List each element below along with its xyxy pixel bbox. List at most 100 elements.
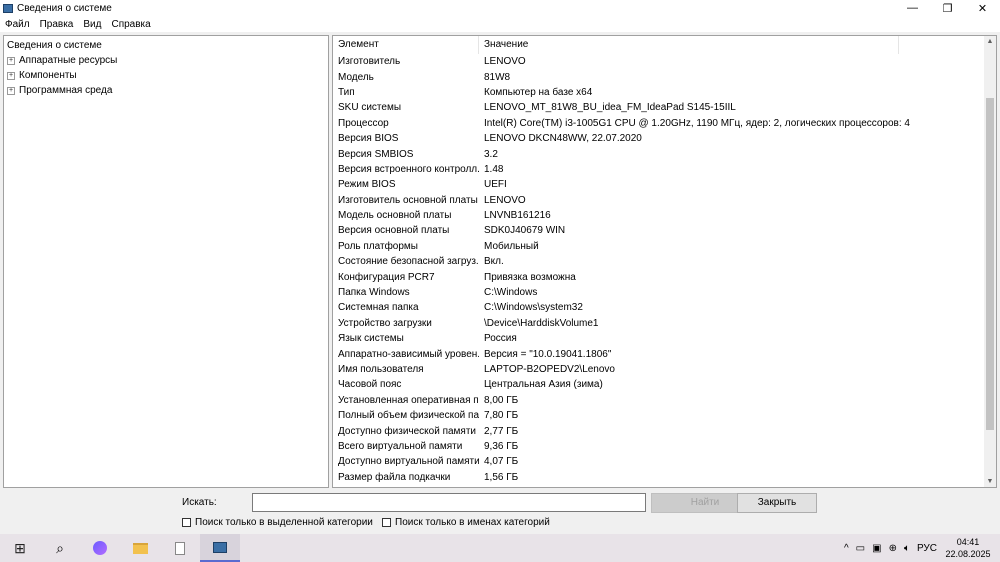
table-row[interactable]: Имя пользователя LAPTOP-B2OPEDV2\Lenovo [333,362,996,377]
window-title: Сведения о системе [17,2,112,14]
menu-view[interactable]: Вид [78,19,106,30]
file-button[interactable] [160,534,200,562]
tree-item-system-summary[interactable]: Сведения о системе [7,38,325,53]
table-row[interactable]: Установленная оперативная п... 8,00 ГБ [333,393,996,408]
table-row[interactable]: Устройство загрузки \Device\HarddiskVolum… [333,316,996,331]
table-row[interactable]: Изготовитель LENOVO [333,54,996,69]
time: 04:41 [956,537,980,547]
item-cell: Доступно физической памяти [338,425,477,437]
search-category-names-checkbox[interactable]: Поиск только в именах категорий [382,517,550,528]
scroll-down-icon[interactable]: ▼ [984,478,996,485]
menu-file[interactable]: Файл [0,19,35,30]
expand-icon[interactable]: + [7,71,15,80]
table-row[interactable]: Версия встроенного контролл... 1.48 [333,162,996,177]
table-row[interactable]: Модель основной платы LNVNB161216 [333,208,996,223]
windows-icon: ⊞ [14,539,26,556]
value-cell: UEFI [484,179,507,191]
table-row[interactable]: Часовой пояс Центральная Азия (зима) [333,377,996,392]
table-row[interactable]: Полный объем физической па... 7,80 ГБ [333,408,996,423]
table-row[interactable]: Версия SMBIOS 3.2 [333,146,996,161]
column-header-item[interactable]: Элемент [333,35,479,54]
table-row[interactable]: Конфигурация PCR7 Привязка возможна [333,269,996,284]
table-row[interactable]: SKU системы LENOVO_MT_81W8_BU_idea_FM_Ide… [333,100,996,115]
table-row[interactable]: Язык системы Россия [333,331,996,346]
checkbox-icon[interactable] [182,518,191,527]
details-table: Элемент Значение Изготовитель LENOVO Модел… [332,35,997,488]
clock[interactable]: 04:41 22.08.2025 [944,536,992,560]
assistant-icon [93,541,107,555]
start-button[interactable]: ⊞ [0,534,40,562]
value-cell: 9,36 ГБ [484,440,519,452]
folder-icon [132,542,148,554]
network-icon[interactable]: ⊕ [889,543,897,554]
value-cell: LAPTOP-B2OPEDV2\Lenovo [484,364,615,375]
meet-now-icon[interactable]: ▣ [872,543,881,554]
scroll-up-icon[interactable]: ▲ [984,38,996,45]
tree-item-components[interactable]: + Компоненты [7,68,325,83]
value-cell: Версия = "10.0.19041.1806" [484,348,612,360]
scrollbar-thumb[interactable] [986,98,994,430]
tree-item-software[interactable]: + Программная среда [7,83,325,98]
value-cell: 1.48 [484,163,504,175]
maximize-button[interactable]: ❐ [930,0,965,16]
item-cell: Версия встроенного контролл... [338,163,479,175]
explorer-button[interactable] [120,534,160,562]
value-cell: Россия [484,333,517,345]
item-cell: Модель основной платы [338,210,452,222]
value-cell: Привязка возможна [484,271,576,283]
alice-button[interactable] [80,534,120,562]
menu-help[interactable]: Справка [106,19,155,30]
close-dialog-button[interactable]: Закрыть [737,493,817,513]
system-info-taskbar-button[interactable] [200,534,240,562]
category-tree: Сведения о системе + Аппаратные ресурсы +… [3,35,329,488]
table-row[interactable]: Доступно виртуальной памяти 4,07 ГБ [333,454,996,469]
value-cell: Центральная Азия (зима) [484,379,603,391]
system-tray: ^ ▭ ▣ ⊕ 🔈︎ РУС 04:41 22.08.2025 [844,534,1000,562]
table-row[interactable]: Тип Компьютер на базе x64 [333,85,996,100]
table-row[interactable]: Доступно физической памяти 2,77 ГБ [333,423,996,438]
item-cell: SKU системы [338,102,402,114]
close-button[interactable]: ✕ [965,0,1000,16]
item-cell: Модель [338,71,374,83]
table-row[interactable]: Версия BIOS LENOVO DKCN48WW, 22.07.2020 [333,131,996,146]
vertical-scrollbar[interactable]: ▲ ▼ [984,36,996,487]
table-row[interactable]: Размер файла подкачки 1,56 ГБ [333,470,996,485]
value-cell: 7,80 ГБ [484,410,519,422]
item-cell: Папка Windows [338,287,410,299]
value-cell: SDK0J40679 WIN [484,225,566,237]
table-row[interactable]: Роль платформы Мобильный [333,239,996,254]
battery-icon[interactable]: ▭ [856,543,865,554]
table-row[interactable]: Папка Windows C:\Windows [333,285,996,300]
value-cell: 8,00 ГБ [484,394,519,406]
table-header: Элемент Значение [333,35,996,54]
value-cell: 81W8 [484,71,511,83]
value-cell: LNVNB161216 [484,210,551,222]
table-row[interactable]: Состояние безопасной загруз... Вкл. [333,254,996,269]
expand-icon[interactable]: + [7,86,15,95]
search-input[interactable] [252,493,646,512]
volume-icon[interactable]: 🔈︎ [904,543,910,554]
value-cell: 3.2 [484,148,498,160]
table-row[interactable]: Режим BIOS UEFI [333,177,996,192]
search-selected-category-checkbox[interactable]: Поиск только в выделенной категории [182,517,373,528]
table-row[interactable]: Процессор Intel(R) Core(TM) i3-1005G1 CPU… [333,116,996,131]
checkbox-icon[interactable] [382,518,391,527]
chevron-up-icon[interactable]: ^ [844,543,849,554]
column-header-value[interactable]: Значение [479,35,899,54]
table-row[interactable]: Аппаратно-зависимый уровен... Версия = "1… [333,346,996,361]
table-row[interactable]: Системная папка C:\Windows\system32 [333,300,996,315]
expand-icon[interactable]: + [7,56,15,65]
item-cell: Конфигурация PCR7 [338,271,435,283]
table-row[interactable]: Модель 81W8 [333,69,996,84]
tree-item-hardware[interactable]: + Аппаратные ресурсы [7,53,325,68]
tree-label: Сведения о системе [7,40,102,51]
value-cell: LENOVO DKCN48WW, 22.07.2020 [484,133,642,145]
menu-edit[interactable]: Правка [35,19,79,30]
search-button[interactable]: ⌕ [40,534,80,562]
table-row[interactable]: Всего виртуальной памяти 9,36 ГБ [333,439,996,454]
table-row[interactable]: Изготовитель основной платы LENOVO [333,193,996,208]
minimize-button[interactable]: — [895,0,930,16]
table-row[interactable]: Версия основной платы SDK0J40679 WIN [333,223,996,238]
language-indicator[interactable]: РУС [917,543,937,554]
document-icon [175,541,185,555]
